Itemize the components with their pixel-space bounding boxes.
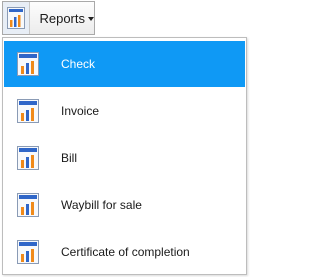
menu-item-label: Invoice	[61, 104, 100, 118]
menu-item-check[interactable]: Check	[4, 41, 245, 87]
menu-item-label: Waybill for sale	[61, 198, 142, 212]
reports-label: Reports	[39, 10, 85, 26]
report-icon	[16, 239, 40, 265]
report-icon	[16, 98, 40, 124]
menu-item-label: Bill	[61, 151, 78, 165]
chevron-down-icon	[88, 16, 94, 21]
menu-item-waybill-for-sale[interactable]: Waybill for sale	[4, 182, 245, 228]
report-icon	[16, 192, 40, 218]
toolbar: Reports	[0, 0, 249, 38]
menu-item-invoice[interactable]: Invoice	[4, 88, 245, 134]
menu-item-bill[interactable]: Bill	[4, 135, 245, 181]
menu-item-label: Certificate of completion	[61, 245, 190, 259]
report-icon	[3, 2, 31, 34]
reports-dropdown-button[interactable]: Reports	[2, 1, 95, 35]
menu-item-label: Check	[61, 57, 96, 71]
menu-item-certificate-of-completion[interactable]: Certificate of completion	[4, 229, 245, 275]
report-icon	[16, 145, 40, 171]
reports-menu: Check Invoice Bill Waybill for sale Cert…	[2, 37, 247, 275]
report-icon	[16, 51, 40, 77]
